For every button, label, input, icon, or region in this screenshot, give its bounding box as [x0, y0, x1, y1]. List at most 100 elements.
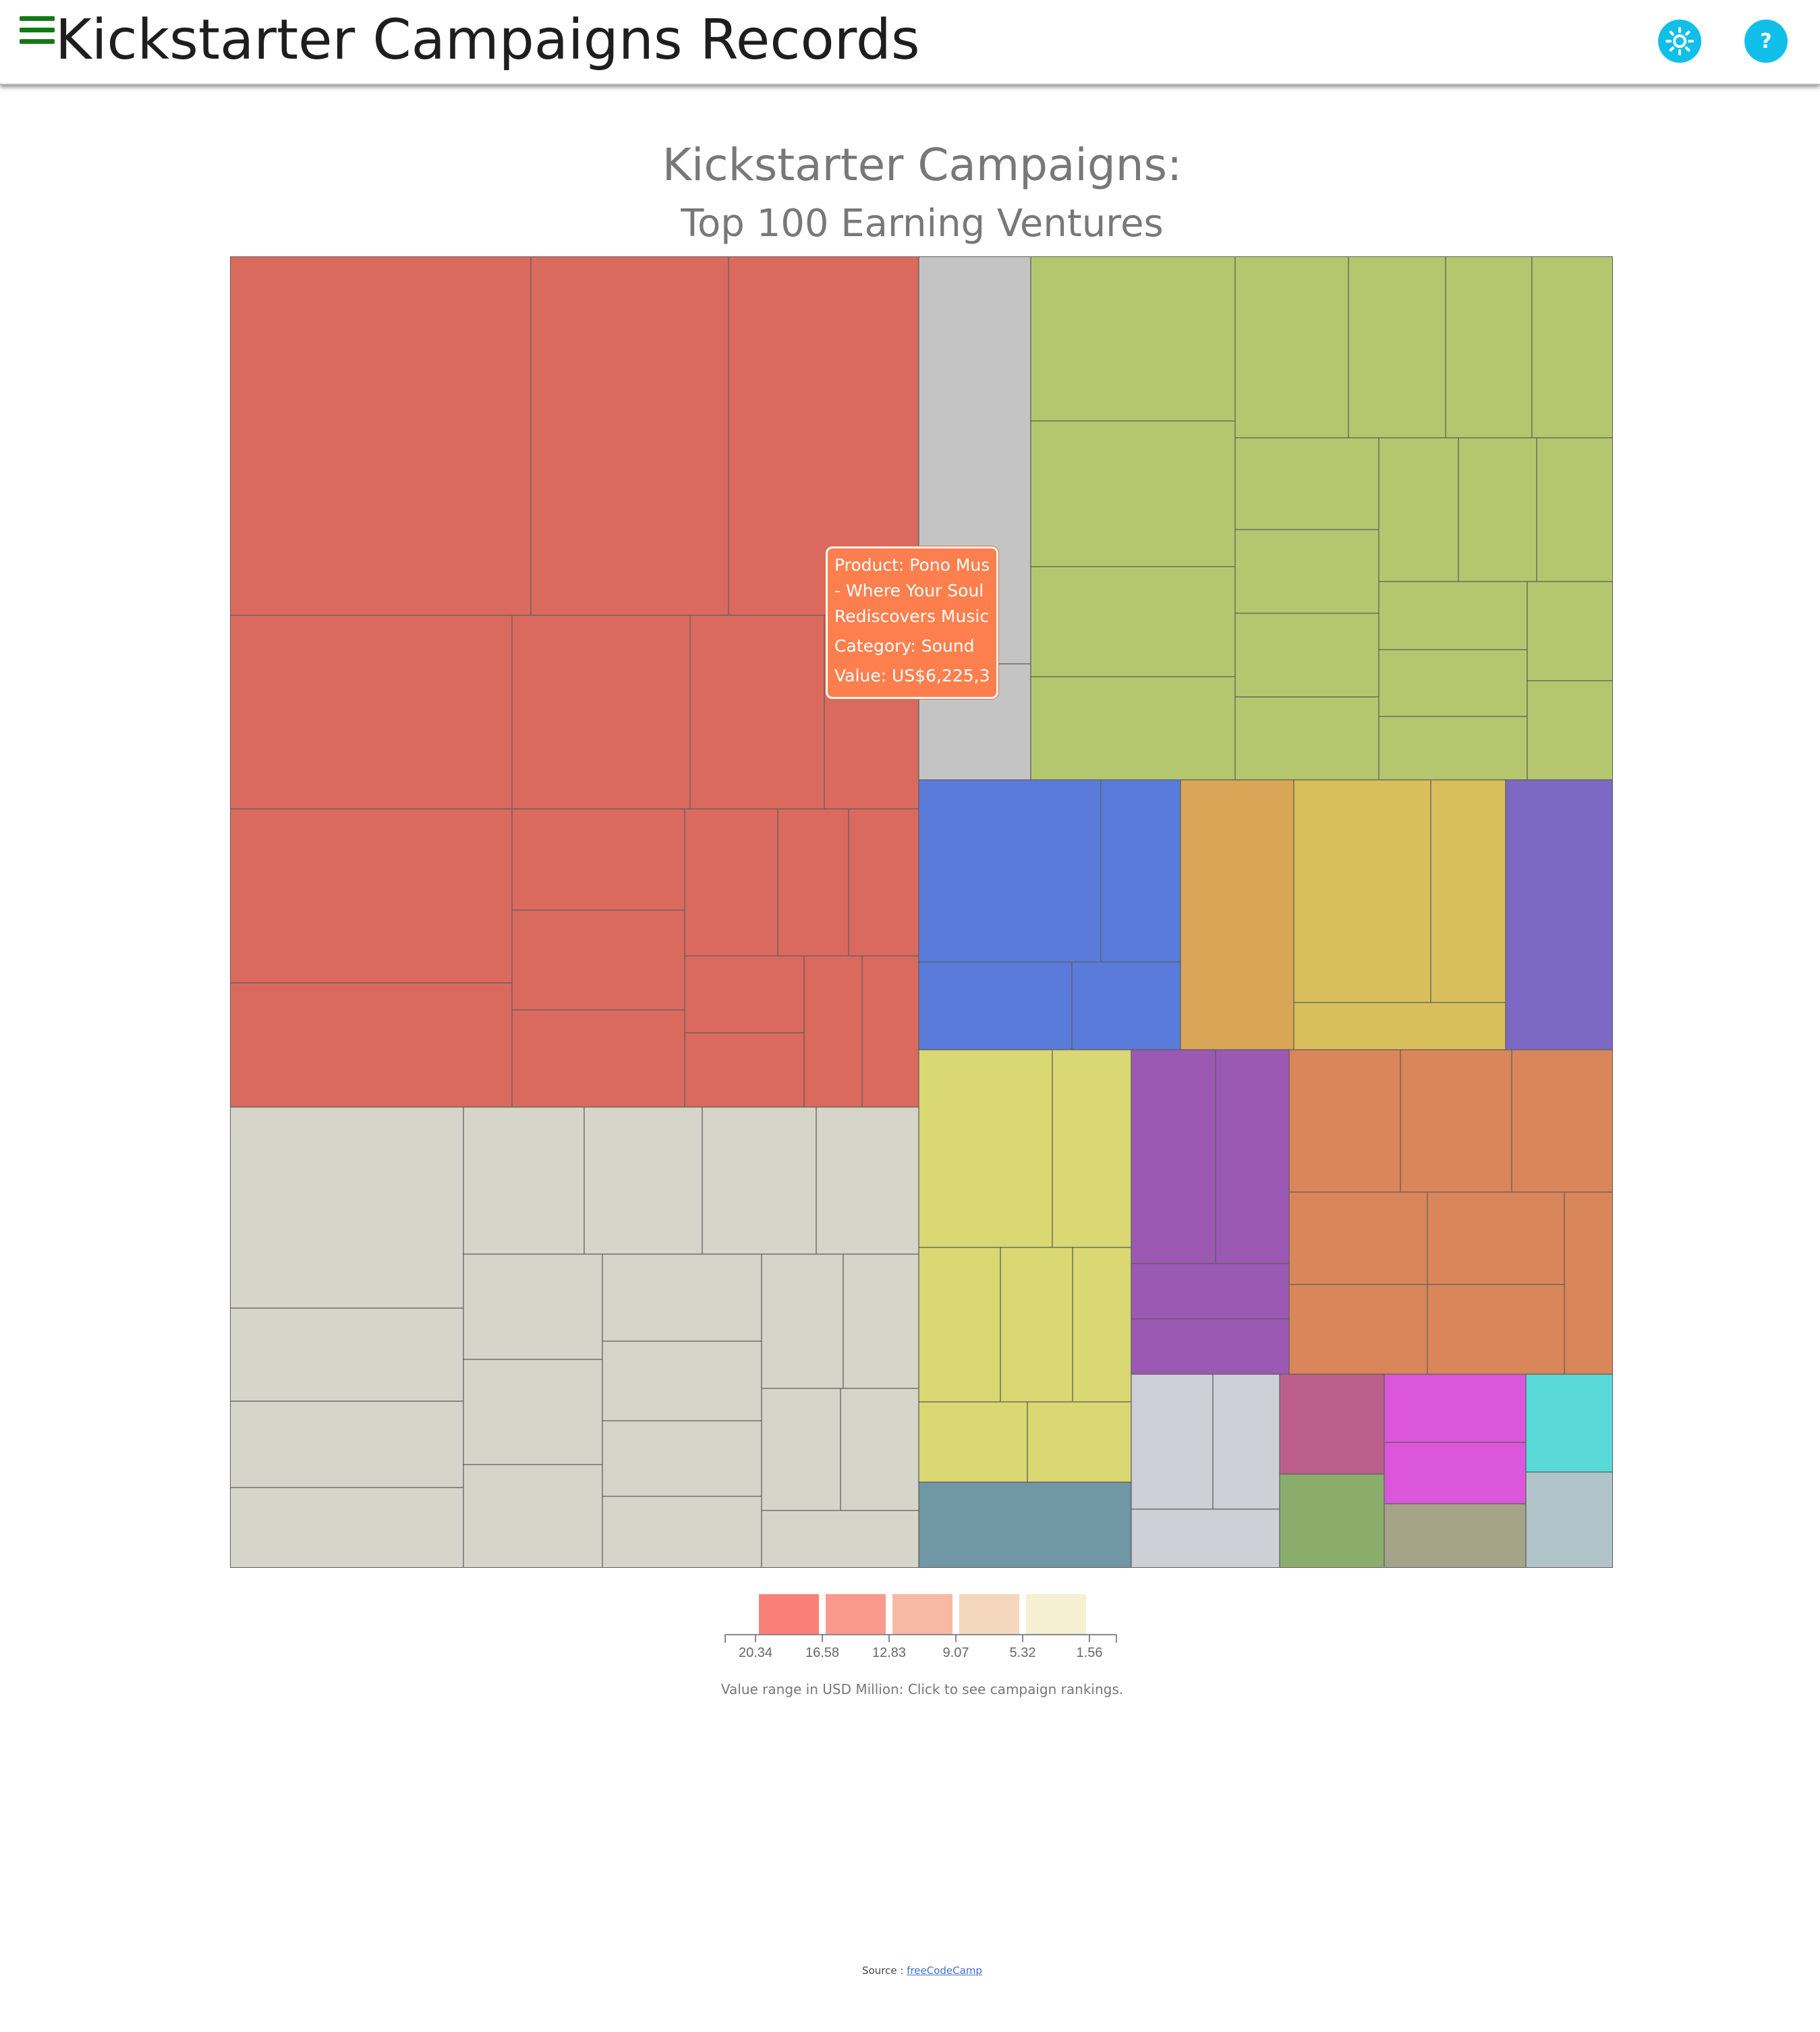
- treemap-tile[interactable]: [918, 779, 1102, 963]
- treemap-tile[interactable]: [1400, 1049, 1512, 1193]
- treemap-tile[interactable]: [1131, 1374, 1214, 1510]
- treemap-tile[interactable]: [463, 1253, 603, 1360]
- treemap-tile[interactable]: [1131, 1263, 1290, 1320]
- treemap-tile[interactable]: [861, 955, 919, 1108]
- treemap-tile[interactable]: [1288, 1191, 1428, 1285]
- treemap-tile[interactable]: [777, 808, 849, 957]
- treemap-tile[interactable]: [1505, 779, 1613, 1050]
- treemap-tile[interactable]: [584, 1106, 703, 1255]
- treemap-tile[interactable]: [1030, 676, 1236, 781]
- source-link[interactable]: freeCodeCamp: [907, 1965, 982, 1977]
- treemap-tile[interactable]: [1564, 1191, 1613, 1375]
- treemap-tile[interactable]: [684, 1032, 805, 1108]
- treemap-tile[interactable]: [1427, 1284, 1565, 1375]
- treemap-tile[interactable]: [530, 256, 729, 616]
- treemap-tile[interactable]: [1511, 1049, 1613, 1193]
- treemap-tile[interactable]: [689, 615, 825, 810]
- treemap-tile[interactable]: [463, 1106, 585, 1255]
- legend-swatch[interactable]: [959, 1594, 1019, 1635]
- treemap-tile[interactable]: [918, 1481, 1132, 1568]
- treemap-tile[interactable]: [1000, 1247, 1073, 1403]
- treemap-tile[interactable]: [511, 1009, 685, 1108]
- treemap-tile[interactable]: [1525, 1471, 1613, 1568]
- treemap-tile[interactable]: [816, 1106, 919, 1255]
- treemap-tile[interactable]: [1458, 437, 1537, 582]
- legend-swatch[interactable]: [759, 1594, 819, 1635]
- treemap-tile[interactable]: [1030, 566, 1236, 677]
- treemap-tile[interactable]: [1279, 1374, 1385, 1475]
- treemap-tile[interactable]: [702, 1106, 817, 1255]
- treemap-tile[interactable]: [230, 1307, 464, 1402]
- treemap-tile[interactable]: [1378, 716, 1528, 781]
- treemap-tile[interactable]: [684, 808, 778, 957]
- treemap-tile[interactable]: [1279, 1473, 1385, 1568]
- treemap-tile[interactable]: [511, 615, 691, 810]
- treemap-tile[interactable]: [1131, 1318, 1290, 1375]
- treemap-tile[interactable]: [602, 1420, 762, 1497]
- treemap-tile[interactable]: [230, 1487, 464, 1568]
- treemap-tile[interactable]: [761, 1253, 844, 1389]
- legend-swatch[interactable]: [892, 1594, 952, 1635]
- treemap-tile[interactable]: [1293, 779, 1431, 1003]
- treemap-tile[interactable]: [918, 1247, 1001, 1403]
- treemap-tile[interactable]: [511, 808, 685, 911]
- treemap-tile[interactable]: [1536, 437, 1613, 582]
- treemap-tile[interactable]: [761, 1388, 841, 1511]
- treemap-tile[interactable]: [463, 1464, 603, 1568]
- treemap-tile[interactable]: [1445, 256, 1533, 439]
- hamburger-menu-icon[interactable]: [20, 16, 55, 45]
- treemap-tile[interactable]: [230, 1106, 464, 1309]
- treemap-tile[interactable]: [1288, 1049, 1401, 1193]
- treemap-tile[interactable]: [1131, 1508, 1280, 1568]
- treemap-tile[interactable]: [1427, 1191, 1565, 1285]
- treemap-tile[interactable]: [230, 1401, 464, 1488]
- treemap-tile[interactable]: [1027, 1401, 1132, 1483]
- treemap-tile[interactable]: [1234, 529, 1380, 614]
- treemap-tile[interactable]: [848, 808, 919, 957]
- treemap-tile[interactable]: [1180, 779, 1295, 1050]
- treemap-tile[interactable]: [1234, 256, 1349, 439]
- treemap-tile[interactable]: [1234, 437, 1380, 530]
- treemap-tile[interactable]: [230, 808, 513, 984]
- treemap-tile[interactable]: [1100, 779, 1181, 963]
- treemap-tile[interactable]: [602, 1253, 762, 1342]
- treemap-tile[interactable]: [511, 909, 685, 1011]
- treemap-tile[interactable]: [840, 1388, 919, 1511]
- treemap-tile[interactable]: [1131, 1049, 1216, 1264]
- treemap-tile[interactable]: [1378, 649, 1528, 717]
- treemap-tile[interactable]: [1072, 1247, 1132, 1403]
- treemap-tile[interactable]: [1531, 256, 1613, 439]
- treemap-tile[interactable]: [1052, 1049, 1132, 1248]
- treemap-tile[interactable]: [761, 1510, 919, 1568]
- treemap-tile[interactable]: [1384, 1374, 1527, 1443]
- legend-swatch[interactable]: [826, 1594, 886, 1635]
- treemap-tile[interactable]: [1525, 1374, 1613, 1473]
- treemap-tile[interactable]: [1215, 1049, 1290, 1264]
- treemap-tile[interactable]: [1288, 1284, 1428, 1375]
- treemap-tile[interactable]: [602, 1340, 762, 1421]
- treemap-tile[interactable]: [1234, 613, 1380, 698]
- treemap-tile[interactable]: [684, 955, 805, 1034]
- treemap-tile[interactable]: [1527, 581, 1613, 681]
- treemap-tile[interactable]: [1378, 581, 1528, 650]
- treemap-tile[interactable]: [1030, 420, 1236, 567]
- treemap-tile[interactable]: [1384, 1442, 1527, 1504]
- theme-toggle-button[interactable]: [1658, 20, 1701, 63]
- treemap-tile[interactable]: [1071, 961, 1181, 1050]
- treemap-tile[interactable]: [230, 982, 513, 1108]
- help-button[interactable]: ?: [1744, 20, 1788, 63]
- treemap-tile[interactable]: [602, 1496, 762, 1568]
- treemap-tile[interactable]: [230, 256, 532, 616]
- treemap-tile[interactable]: [1212, 1374, 1280, 1510]
- treemap-tile[interactable]: [230, 615, 513, 810]
- treemap-tile[interactable]: [1293, 1002, 1506, 1050]
- treemap-tile[interactable]: [918, 1401, 1028, 1483]
- treemap-tile[interactable]: [1384, 1503, 1527, 1568]
- treemap-tile[interactable]: [918, 961, 1073, 1050]
- treemap-tile[interactable]: [1030, 256, 1236, 422]
- legend-swatch[interactable]: [1026, 1594, 1086, 1635]
- treemap-tile[interactable]: [463, 1359, 603, 1465]
- treemap-tile[interactable]: [1378, 437, 1459, 582]
- treemap-tile[interactable]: [1234, 696, 1380, 781]
- treemap-tile[interactable]: [843, 1253, 919, 1389]
